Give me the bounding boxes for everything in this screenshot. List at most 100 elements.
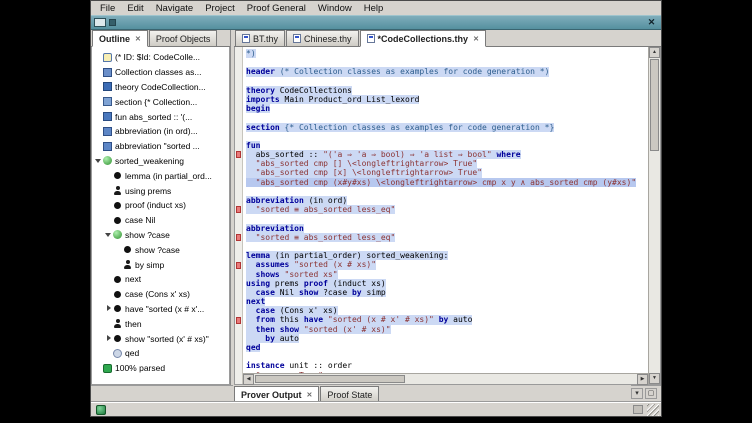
scroll-left-icon[interactable]: ◀	[243, 374, 254, 385]
editor-line	[246, 77, 648, 86]
tab-proof-state[interactable]: Proof State	[320, 386, 379, 402]
editor-line	[246, 58, 648, 67]
editor-line: imports Main Product_ord List_lexord	[246, 95, 648, 104]
menu-help[interactable]: Help	[358, 2, 390, 15]
tab-close-icon[interactable]: ✕	[305, 391, 313, 399]
dot-icon	[124, 246, 131, 253]
section-icon	[103, 97, 112, 106]
expander-spacer	[114, 245, 123, 254]
menu-file[interactable]: File	[94, 2, 121, 15]
tree-item[interactable]: then	[92, 316, 229, 331]
expander-spacer	[104, 319, 113, 328]
window-pin-icon[interactable]	[109, 19, 116, 26]
tree-item[interactable]: next	[92, 272, 229, 287]
abbrev-icon	[103, 127, 112, 136]
tree-item-label: show ?case	[135, 245, 180, 255]
editor-line: "abs_sorted cmp [] \<longleftrightarrow>…	[246, 159, 648, 168]
editor-line	[246, 352, 648, 361]
menu-project[interactable]: Project	[199, 2, 241, 15]
tab-prover-output[interactable]: Prover Output✕	[234, 386, 319, 403]
editor-line: qed	[246, 343, 648, 352]
menu-edit[interactable]: Edit	[121, 2, 149, 15]
fun-icon	[103, 112, 112, 121]
code-area[interactable]: *)header (* Collection classes as exampl…	[243, 47, 648, 373]
tree-item-label: abbreviation "sorted ...	[115, 141, 200, 151]
editor-line: *)	[246, 49, 648, 58]
tab-label: Outline	[99, 34, 130, 44]
expander-spacer	[94, 97, 103, 106]
dot-icon	[114, 276, 121, 283]
menubar: FileEditNavigateProjectProof GeneralWind…	[91, 1, 661, 15]
tree-item[interactable]: case Nil	[92, 213, 229, 228]
editor-line: case Nil show ?case by simp	[246, 288, 648, 297]
comment-icon	[103, 53, 112, 62]
tab--codecollections-thy[interactable]: *CodeCollections.thy✕	[360, 30, 486, 47]
tree-item[interactable]: theory CodeCollection...	[92, 80, 229, 95]
scroll-right-icon[interactable]: ▶	[637, 374, 648, 385]
tree-item[interactable]: proof (induct xs)	[92, 198, 229, 213]
vertical-scrollbar[interactable]: ▲ ▼	[648, 47, 660, 384]
editor-body: *)header (* Collection classes as exampl…	[234, 47, 661, 385]
tree-item-label: lemma (in partial_ord...	[125, 171, 212, 181]
editor-line: instance unit :: order	[246, 361, 648, 370]
tree-item[interactable]: have "sorted (x # x'...	[92, 302, 229, 317]
tree-item-label: by simp	[135, 260, 164, 270]
window-menu-icon[interactable]	[94, 18, 106, 27]
expand-icon[interactable]	[104, 304, 113, 313]
tree-item[interactable]: section {* Collection...	[92, 94, 229, 109]
doc-icon	[103, 68, 112, 77]
tree-item-label: sorted_weakening	[115, 156, 184, 166]
tab-close-icon[interactable]: ✕	[471, 35, 479, 43]
file-icon	[242, 34, 250, 43]
dot-icon	[114, 291, 121, 298]
annotation-marker	[236, 151, 241, 158]
vertical-scroll-thumb[interactable]	[650, 59, 659, 151]
app-window: FileEditNavigateProjectProof GeneralWind…	[90, 0, 662, 417]
tree-item[interactable]: (* ID: $Id: CodeColle...	[92, 50, 229, 65]
annotation-marker	[236, 317, 241, 324]
bottom-tabs: Prover Output✕Proof State	[233, 385, 631, 402]
collapse-icon[interactable]	[94, 156, 103, 165]
tree-item[interactable]: Collection classes as...	[92, 65, 229, 80]
tree-item[interactable]: qed	[92, 346, 229, 361]
maximize-panel-button[interactable]: ▢	[645, 388, 657, 399]
tree-item[interactable]: sorted_weakening	[92, 154, 229, 169]
expand-icon[interactable]	[104, 334, 113, 343]
tree-item[interactable]: show ?case	[92, 242, 229, 257]
tab-chinese-thy[interactable]: Chinese.thy	[286, 30, 359, 46]
tree-item[interactable]: show ?case	[92, 228, 229, 243]
tab-proof-objects[interactable]: Proof Objects	[149, 30, 218, 46]
horizontal-scroll-thumb[interactable]	[255, 375, 405, 383]
menu-window[interactable]: Window	[312, 2, 358, 15]
tab-bt-thy[interactable]: BT.thy	[235, 30, 285, 46]
horizontal-scrollbar[interactable]: ◀ ▶	[243, 373, 648, 384]
tree-item[interactable]: case (Cons x' xs)	[92, 287, 229, 302]
tree-item[interactable]: 100% parsed	[92, 361, 229, 376]
tree-item[interactable]: by simp	[92, 257, 229, 272]
tree-item[interactable]: abbreviation "sorted ...	[92, 139, 229, 154]
editor-line: abbreviation (in ord)	[246, 196, 648, 205]
scroll-down-icon[interactable]: ▼	[649, 373, 660, 384]
titlebar[interactable]: ✕	[91, 15, 661, 30]
minimize-panel-button[interactable]: ▾	[631, 388, 643, 399]
parsed-icon	[103, 364, 112, 373]
tree-item[interactable]: show "sorted (x' # xs)"	[92, 331, 229, 346]
menu-navigate[interactable]: Navigate	[150, 2, 200, 15]
scroll-up-icon[interactable]: ▲	[649, 47, 660, 58]
menu-proof-general[interactable]: Proof General	[241, 2, 312, 15]
tree-item-label: theory CodeCollection...	[115, 82, 206, 92]
editor-line: then show "sorted (x' # xs)"	[246, 325, 648, 334]
qed-icon	[113, 349, 122, 358]
annotation-marker	[236, 234, 241, 241]
resize-grip[interactable]	[647, 404, 659, 416]
tree-item[interactable]: fun abs_sorted :: '(...	[92, 109, 229, 124]
tab-close-icon[interactable]: ✕	[133, 35, 141, 43]
tree-item[interactable]: using prems	[92, 183, 229, 198]
annotation-marker	[236, 206, 241, 213]
collapse-icon[interactable]	[104, 230, 113, 239]
tab-outline[interactable]: Outline✕	[92, 30, 148, 47]
close-icon[interactable]: ✕	[644, 16, 659, 29]
dot-icon	[114, 217, 121, 224]
tree-item[interactable]: abbreviation (in ord)...	[92, 124, 229, 139]
tree-item[interactable]: lemma (in partial_ord...	[92, 168, 229, 183]
